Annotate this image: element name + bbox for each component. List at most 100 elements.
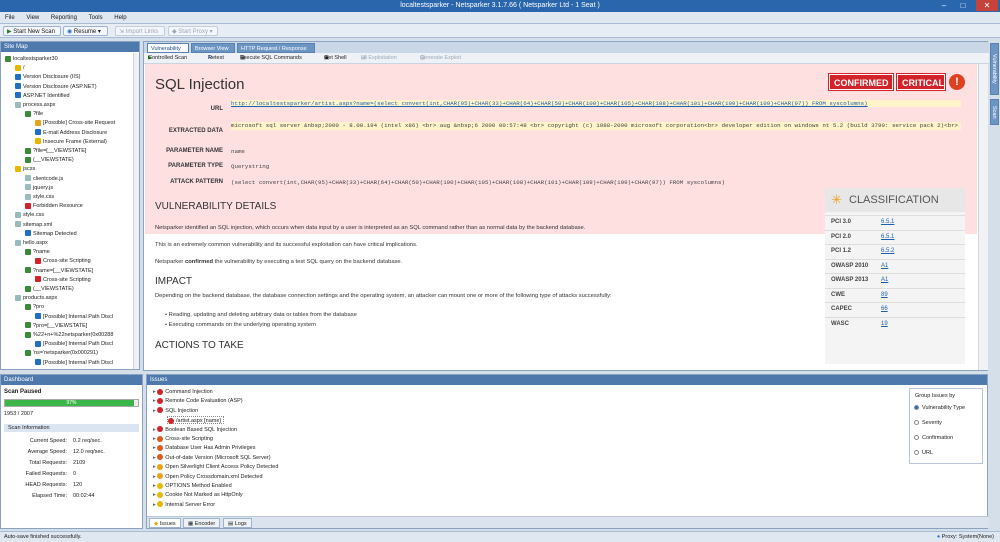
tree-node[interactable]: jscss xyxy=(15,165,35,173)
resume-button[interactable]: ◉ Resume ▾ xyxy=(63,26,108,36)
close-window-button[interactable]: ✕ xyxy=(976,0,998,11)
minimize-button[interactable]: – xyxy=(936,0,952,11)
side-tab-scan[interactable]: Scan xyxy=(990,99,999,125)
issue-row[interactable]: ▸ OPTIONS Method Enabled xyxy=(153,482,232,490)
site-map-tree[interactable]: localtestsparker30 / Version Disclosure (I… xyxy=(1,53,134,369)
classification-link[interactable]: A1 xyxy=(881,263,888,269)
tree-node[interactable]: 'ns='netsparker(0x000291) xyxy=(25,349,98,357)
tree-node-label: E-mail Address Disclosure xyxy=(43,129,108,136)
issue-row[interactable]: ▸ Open Policy Crossdomain.xml Detected xyxy=(153,473,263,481)
tree-node[interactable]: ?pro=[__VIEWSTATE] xyxy=(25,322,87,330)
tab-issues[interactable]: ◆ Issues xyxy=(149,518,181,528)
group-option[interactable]: Severity xyxy=(914,420,942,426)
classification-link[interactable]: 6.5.1 xyxy=(881,234,894,240)
tree-node[interactable]: %22+n+%22netsparker(0x00288 xyxy=(25,331,113,339)
tree-node[interactable]: Version Disclosure (ASP.NET) xyxy=(15,83,97,91)
tree-node[interactable]: localtestsparker30 xyxy=(5,55,58,63)
tree-node-label: (__VIEWSTATE) xyxy=(33,286,74,292)
group-option[interactable]: Vulnerability Type xyxy=(914,405,965,411)
tree-node[interactable]: [Possible] Internal Path Discl xyxy=(35,340,113,348)
issue-row[interactable]: ▸ Database User Has Admin Privileges xyxy=(153,444,255,452)
tree-node[interactable]: Cross-site Scripting xyxy=(35,257,91,265)
tree-node[interactable]: style.css xyxy=(15,211,44,219)
tree-node[interactable]: (__VIEWSTATE) xyxy=(25,156,74,164)
menu-help[interactable]: Help xyxy=(109,12,131,24)
group-option[interactable]: URL xyxy=(914,450,933,456)
url-value[interactable]: http://localtestsparker/artist.aspx?name… xyxy=(231,100,961,107)
tree-node[interactable]: ?file xyxy=(25,110,43,118)
site-map-title: Site Map xyxy=(1,42,139,52)
tab-vulnerability[interactable]: Vulnerability xyxy=(147,43,189,53)
tree-node[interactable]: ASP.NET Identified xyxy=(15,92,70,100)
tree-node[interactable]: clientcode.js xyxy=(25,175,63,183)
site-map-scrollbar[interactable] xyxy=(133,53,139,369)
tree-node[interactable]: [Possible] Cross-site Request xyxy=(35,119,115,127)
tree-node[interactable]: Sitemap Detected xyxy=(25,230,77,238)
tab-http-request-response[interactable]: HTTP Request / Response xyxy=(237,43,315,53)
radio-button[interactable] xyxy=(914,405,919,411)
classification-star-icon: ✳ xyxy=(831,192,842,207)
classification-link[interactable]: 89 xyxy=(881,292,888,298)
tree-node-label: Forbidden Resource xyxy=(33,203,83,210)
menu-tools[interactable]: Tools xyxy=(84,12,108,24)
tree-node[interactable]: (__VIEWSTATE) xyxy=(25,285,74,293)
classification-link[interactable]: 66 xyxy=(881,306,888,312)
classification-link[interactable]: 6.5.2 xyxy=(881,248,894,254)
maximize-button[interactable]: □ xyxy=(955,0,971,11)
start-new-scan-button[interactable]: ▶ Start New Scan xyxy=(3,26,61,36)
radio-button[interactable] xyxy=(914,450,919,456)
tree-node-icon xyxy=(5,55,11,62)
tree-node[interactable]: ?name xyxy=(25,248,50,256)
tree-node[interactable]: ?name=[__VIEWSTATE] xyxy=(25,267,93,275)
tree-node[interactable]: E-mail Address Disclosure xyxy=(35,129,107,137)
report-scrollbar[interactable] xyxy=(978,64,988,370)
start-proxy-button[interactable]: ◆ Start Proxy ▾ xyxy=(168,26,218,36)
tree-node[interactable]: sitemap.xml xyxy=(15,221,52,229)
group-option[interactable]: Confirmation xyxy=(914,435,953,441)
tree-node[interactable]: hello.aspx xyxy=(15,239,48,247)
tree-node[interactable]: [Possible] Internal Path Discl xyxy=(35,313,113,321)
tree-node[interactable]: Forbidden Resource xyxy=(25,202,83,210)
parameter-type-value: Querystring xyxy=(231,163,270,170)
menu-view[interactable]: View xyxy=(21,12,44,24)
severity-icon xyxy=(157,501,164,508)
tree-node[interactable]: ?pro xyxy=(25,303,44,311)
classification-link[interactable]: 19 xyxy=(881,321,888,327)
issue-row[interactable]: ▸ Command Injection xyxy=(153,388,213,396)
import-links-button[interactable]: ⇲ Import Links xyxy=(115,26,165,36)
radio-button[interactable] xyxy=(914,420,919,426)
tab-logs[interactable]: ▤ Logs xyxy=(223,518,252,528)
tree-node[interactable]: Version Disclosure (IIS) xyxy=(15,73,80,81)
tree-node[interactable]: ?file=[__VIEWSTATE] xyxy=(25,147,86,155)
main-tabs: Vulnerability Browser View HTTP Request … xyxy=(144,42,989,53)
classification-link[interactable]: A1 xyxy=(881,277,888,283)
issue-row[interactable]: ▸ Cookie Not Marked as HttpOnly xyxy=(153,491,243,499)
radio-button[interactable] xyxy=(914,435,919,441)
tree-node[interactable]: products.aspx xyxy=(15,294,57,302)
issue-row[interactable]: ▸ Internal Server Error xyxy=(153,501,215,509)
tree-node[interactable]: jquery.js xyxy=(25,184,53,192)
classification-link[interactable]: 6.5.1 xyxy=(881,219,894,225)
tree-node-icon xyxy=(35,129,41,136)
severity-icon xyxy=(157,482,164,489)
tree-node[interactable]: / xyxy=(15,64,25,72)
issue-row[interactable]: /artist.aspx [name] xyxy=(167,416,224,425)
side-tab-vulnerability[interactable]: Vulnerability xyxy=(990,43,999,95)
menu-reporting[interactable]: Reporting xyxy=(46,12,82,24)
issue-row[interactable]: ▸ Out-of-date Version (Microsoft SQL Ser… xyxy=(153,454,271,462)
issue-row[interactable]: ▸ Remote Code Evaluation (ASP) xyxy=(153,397,243,405)
tree-node[interactable]: Insecure Frame (External) xyxy=(35,138,107,146)
tab-encoder[interactable]: ▦ Encoder xyxy=(183,518,221,528)
tree-node[interactable]: Cross-site Scripting xyxy=(35,276,91,284)
tree-node[interactable]: process.aspx xyxy=(15,101,55,109)
tree-node[interactable]: [Possible] Internal Path Discl xyxy=(35,359,113,367)
issue-row[interactable]: ▸ SQL Injection xyxy=(153,407,198,415)
issue-row[interactable]: ▸ Cross-site Scripting xyxy=(153,435,213,443)
issue-row[interactable]: ▸ Open Silverlight Client Access Policy … xyxy=(153,463,278,471)
issue-row[interactable]: ▸ Boolean Based SQL Injection xyxy=(153,426,237,434)
menu-file[interactable]: File xyxy=(0,12,20,24)
tab-browser-view[interactable]: Browser View xyxy=(191,43,235,53)
tree-node-label: (__VIEWSTATE) xyxy=(33,157,74,164)
tree-node[interactable]: style.css xyxy=(25,193,54,201)
tree-node-label: process.aspx xyxy=(23,102,56,108)
